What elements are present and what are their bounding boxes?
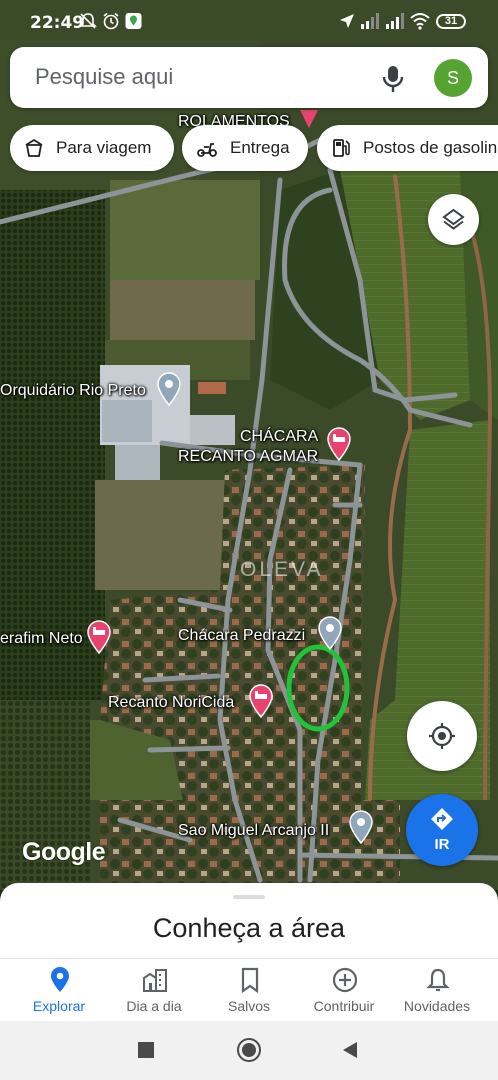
hotel-pin-icon[interactable] (248, 684, 274, 718)
hotel-pin-icon[interactable] (298, 108, 320, 130)
place-pin-icon[interactable] (348, 810, 374, 844)
search-input[interactable] (35, 62, 335, 92)
alarm-icon (103, 12, 119, 30)
map-label-noricida[interactable]: Recanto NoriCida (108, 694, 234, 712)
search-bar[interactable]: S (10, 47, 488, 108)
chip-label: Postos de gasolina (363, 138, 498, 157)
hotel-pin-icon[interactable] (326, 427, 352, 461)
map-label-serafim[interactable]: erafim Neto (0, 630, 83, 648)
bookmark-icon (241, 967, 259, 993)
chip-label: Entrega (230, 138, 290, 157)
nav-label: Novidades (403, 998, 471, 1014)
nav-label: Salvos (227, 998, 271, 1014)
layers-icon (442, 208, 465, 230)
sheet-title: Conheça a área (152, 913, 346, 943)
battery-indicator: 31 (436, 14, 466, 29)
nav-dia-a-dia[interactable]: Dia a dia (106, 959, 202, 1021)
signal-icon (361, 13, 379, 29)
recents-button[interactable] (138, 1042, 154, 1058)
nav-label: Contribuir (313, 998, 375, 1014)
system-navigation-bar (0, 1021, 498, 1080)
bell-icon (426, 968, 450, 992)
google-logo: Google (22, 838, 106, 866)
chip-label: Para viagem (56, 138, 152, 157)
status-bar: 22:49 31 (0, 0, 498, 42)
nav-contribuir[interactable]: Contribuir (296, 959, 392, 1021)
watermark: OLEVA (240, 558, 324, 581)
home-button[interactable] (237, 1038, 261, 1062)
directions-icon (431, 808, 453, 830)
home-dot (242, 1043, 256, 1057)
microphone-icon[interactable] (382, 65, 404, 93)
map-label-pedrazzi[interactable]: Chácara Pedrazzi (178, 627, 305, 645)
city-icon (143, 969, 167, 992)
avatar[interactable]: S (434, 59, 472, 97)
chip-entrega[interactable]: Entrega (182, 125, 308, 171)
status-time: 22:49 (30, 13, 85, 33)
nav-explorar[interactable]: Explorar (11, 959, 107, 1021)
layers-button[interactable] (428, 194, 479, 245)
chip-para-viagem[interactable]: Para viagem (10, 125, 174, 171)
nav-novidades[interactable]: Novidades (389, 959, 485, 1021)
map-label-sao-miguel[interactable]: Sao Miguel Arcanjo II (178, 822, 329, 840)
hotel-pin-icon[interactable] (86, 620, 112, 654)
takeout-icon (25, 138, 43, 157)
muted-bell-icon (79, 13, 97, 29)
map-label-chacara-line2[interactable]: RECANTO AGMAR (178, 448, 318, 466)
crosshair-icon (429, 723, 455, 749)
bottom-navigation: Explorar Dia a dia Salvos Contribuir Nov… (0, 958, 498, 1021)
my-location-button[interactable] (407, 701, 477, 771)
nav-label: Explorar (32, 998, 86, 1014)
directions-go-button[interactable]: IR (406, 794, 478, 866)
place-pin-icon[interactable] (317, 616, 343, 650)
back-icon[interactable] (342, 1041, 358, 1059)
maps-app-icon (125, 13, 142, 29)
nav-label: Dia a dia (126, 998, 182, 1014)
scooter-icon (197, 143, 217, 157)
explore-pin-icon (51, 967, 69, 992)
map-label-chacara-line1[interactable]: CHÁCARA (240, 428, 318, 446)
signal-icon (386, 13, 404, 29)
nav-salvos[interactable]: Salvos (201, 959, 297, 1021)
go-label: IR (434, 836, 450, 853)
place-pin-icon[interactable] (156, 372, 182, 406)
location-arrow-icon (340, 14, 354, 28)
add-circle-icon (332, 967, 358, 993)
gas-station-icon (333, 139, 350, 157)
sheet-drag-handle[interactable] (233, 895, 265, 899)
map-label-orquidario[interactable]: Orquidário Rio Preto (0, 382, 146, 400)
chip-postos-de-gasolina[interactable]: Postos de gasolina (317, 125, 498, 171)
wifi-icon (410, 13, 430, 30)
